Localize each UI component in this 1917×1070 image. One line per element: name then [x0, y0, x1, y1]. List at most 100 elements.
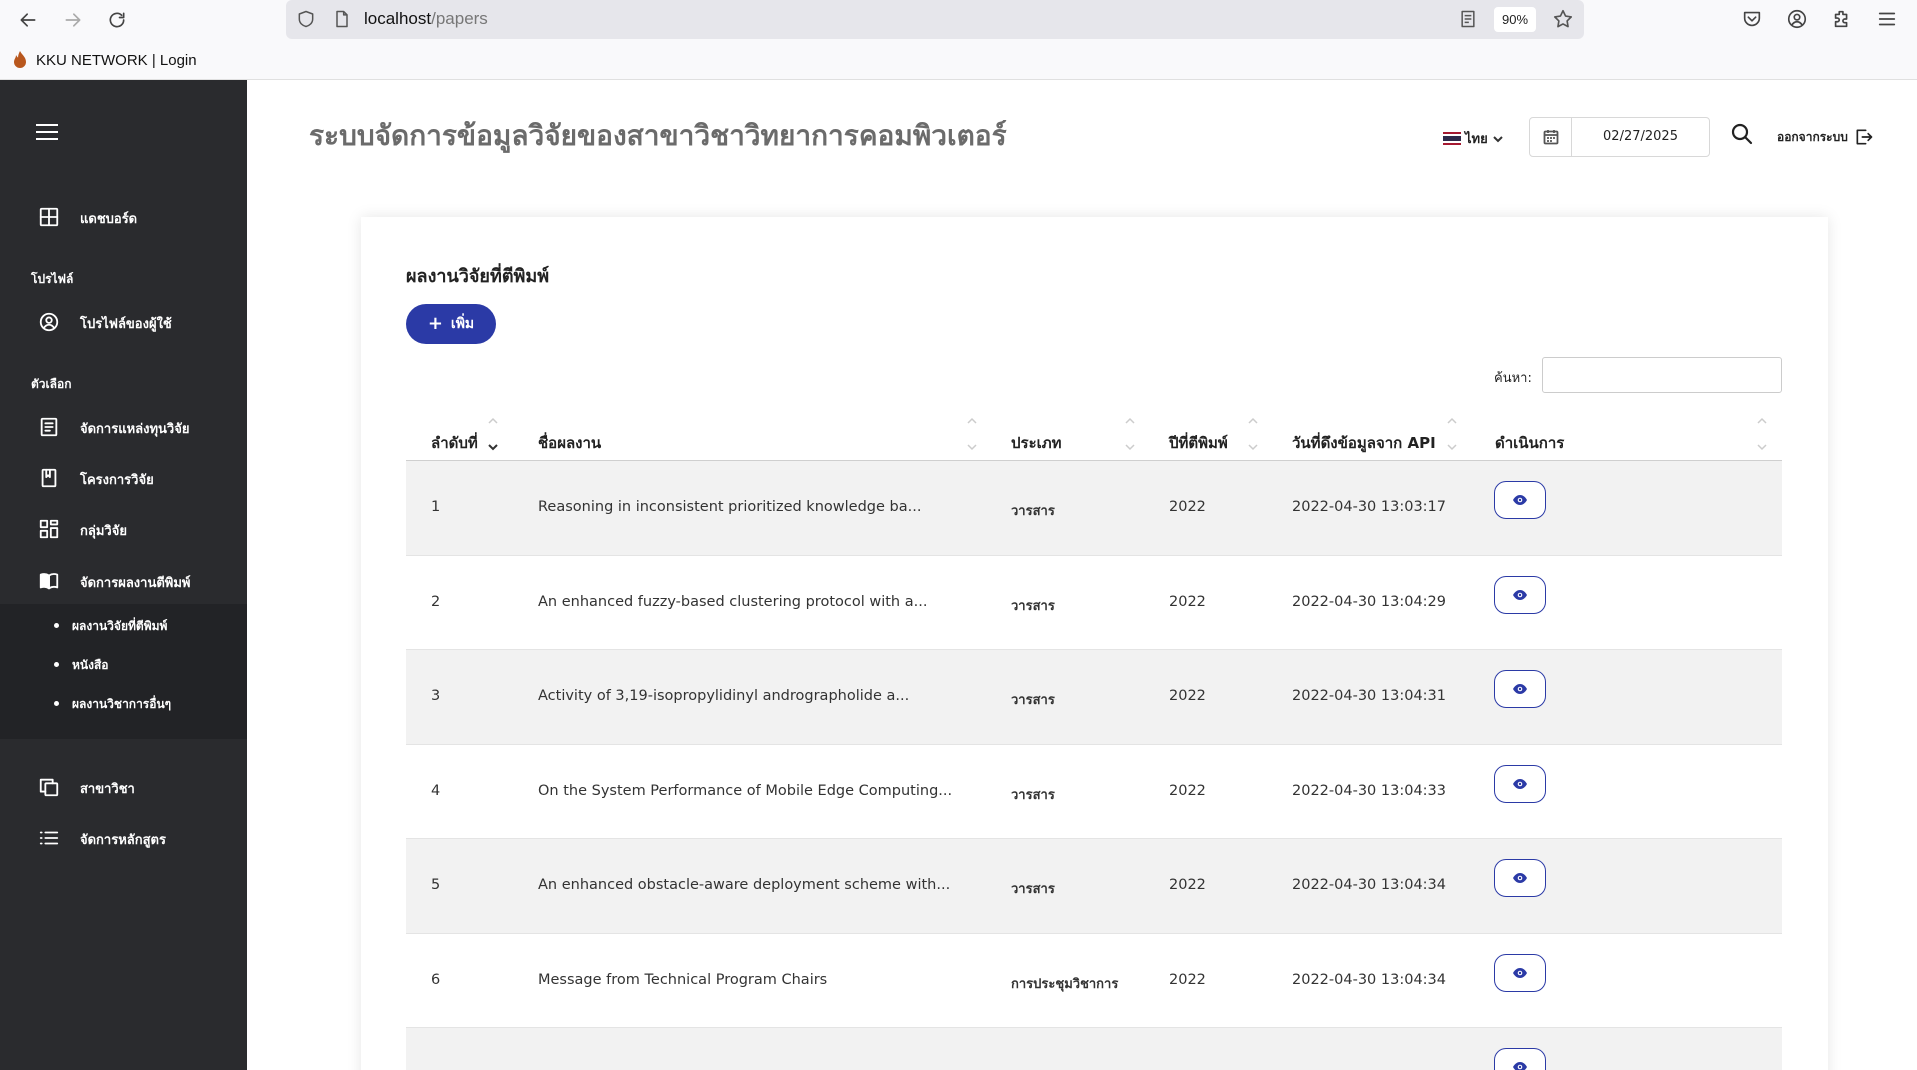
submenu-item-label: หนังสือ	[72, 658, 109, 672]
table-search-input[interactable]	[1542, 357, 1782, 393]
cell-no: 2	[431, 593, 441, 610]
submenu-item-other-academic-works[interactable]: ผลงานวิชาการอื่นๆ	[0, 688, 247, 718]
cell-year: 2022	[1169, 782, 1206, 799]
reload-button[interactable]	[103, 6, 131, 34]
view-button[interactable]	[1494, 764, 1546, 803]
back-button[interactable]	[14, 6, 42, 34]
logout-label: ออกจากระบบ	[1777, 129, 1848, 144]
cell-year: 2022	[1169, 499, 1206, 515]
sidebar-item-label: จัดการแหล่งทุนวิจัย	[80, 422, 190, 437]
cell-fetched-date: 2022-04-30 13:04:31	[1292, 688, 1446, 704]
group-grid-icon	[38, 518, 60, 540]
hamburger-menu-icon[interactable]	[36, 124, 58, 140]
arrow-right-icon	[65, 13, 81, 27]
view-button[interactable]	[1494, 1048, 1546, 1070]
table-row-partial	[406, 1028, 1782, 1070]
column-header-title[interactable]: ชื่อผลงาน	[538, 431, 601, 455]
reload-icon	[109, 12, 125, 28]
cell-fetched-date: 2022-04-30 13:04:29	[1292, 593, 1446, 610]
pocket-icon[interactable]	[1741, 8, 1763, 34]
sort-arrows-icon[interactable]	[966, 415, 978, 455]
submenu-item-published-research[interactable]: ผลงานวิจัยที่ตีพิมพ์	[0, 610, 247, 640]
table-row: 4 On the System Performance of Mobile Ed…	[406, 745, 1782, 839]
main-content: ระบบจัดการข้อมูลวิจัยของสาขาวิชาวิทยาการ…	[247, 80, 1917, 1070]
bookmark-star-icon[interactable]	[1552, 8, 1574, 34]
column-header-fetched-date[interactable]: วันที่ดึงข้อมูลจาก API	[1292, 431, 1436, 455]
reader-view-icon[interactable]	[1458, 9, 1478, 33]
sidebar-item-research-funds[interactable]: จัดการแหล่งทุนวิจัย	[0, 407, 247, 447]
bookmark-kku-network[interactable]: KKU NETWORK | Login	[12, 50, 197, 70]
sort-arrows-icon[interactable]	[1446, 415, 1458, 455]
cell-title: Activity of 3,19-isopropylidinyl androgr…	[538, 688, 910, 704]
sidebar-item-research-projects[interactable]: โครงการวิจัย	[0, 458, 247, 498]
logout-button[interactable]: ออกจากระบบ	[1777, 127, 1874, 147]
column-header-type[interactable]: ประเภท	[1011, 431, 1062, 455]
url-host: localhost	[364, 9, 432, 28]
cell-type: การประชุมวิชาการ	[1011, 976, 1119, 992]
bullet-dot-icon	[54, 623, 59, 628]
sort-arrows-icon[interactable]	[1756, 415, 1768, 455]
bookmarks-bar: KKU NETWORK | Login	[0, 40, 1917, 80]
eye-icon	[1513, 589, 1527, 600]
publications-card: ผลงานวิจัยที่ตีพิมพ์ + เพิ่ม ค้นหา: ลำดั…	[361, 217, 1828, 1070]
sidebar-item-label: โปรไฟล์ของผู้ใช้	[80, 317, 172, 332]
cell-title: An enhanced obstacle-aware deployment sc…	[538, 877, 951, 893]
open-book-icon	[38, 570, 60, 592]
sort-arrows-icon[interactable]	[1247, 415, 1259, 455]
sidebar-item-label: กลุ่มวิจัย	[80, 524, 127, 539]
browser-toolbar: localhost/papers 90%	[0, 0, 1917, 40]
table-row: 6 Message from Technical Program Chairs …	[406, 934, 1782, 1028]
sidebar-item-departments[interactable]: สาขาวิชา	[0, 767, 247, 807]
page-info-icon[interactable]	[332, 9, 352, 33]
sidebar-item-user-profile[interactable]: โปรไฟล์ของผู้ใช้	[0, 302, 247, 342]
column-header-actions[interactable]: ดำเนินการ	[1495, 431, 1564, 455]
url-path: /papers	[431, 9, 488, 28]
url-bar[interactable]: localhost/papers 90%	[286, 0, 1584, 39]
add-button[interactable]: + เพิ่ม	[406, 304, 496, 344]
table-row: 1 Reasoning in inconsistent prioritized …	[406, 461, 1782, 556]
cell-no: 4	[431, 782, 441, 799]
cell-type: วารสาร	[1011, 882, 1055, 897]
table-row: 5 An enhanced obstacle-aware deployment …	[406, 839, 1782, 934]
column-header-no[interactable]: ลำดับที่	[431, 431, 478, 455]
sort-arrows-icon[interactable]	[1124, 415, 1136, 455]
view-button[interactable]	[1494, 859, 1546, 897]
view-button[interactable]	[1494, 575, 1546, 614]
dashboard-grid-icon	[38, 206, 60, 228]
cell-year: 2022	[1169, 971, 1206, 988]
calendar-icon[interactable]	[1530, 118, 1572, 156]
language-select[interactable]: ไทย	[1443, 128, 1504, 149]
document-list-icon	[38, 416, 60, 438]
cell-no: 3	[431, 688, 441, 704]
account-icon[interactable]	[1786, 8, 1808, 34]
sidebar-item-manage-publications[interactable]: จัดการผลงานตีพิมพ์	[0, 561, 247, 601]
cell-title: On the System Performance of Mobile Edge…	[538, 782, 953, 799]
cell-title: Reasoning in inconsistent prioritized kn…	[538, 499, 922, 515]
cell-no: 1	[431, 499, 441, 515]
submenu-item-books[interactable]: หนังสือ	[0, 649, 247, 679]
extensions-icon[interactable]	[1831, 8, 1853, 34]
eye-icon	[1513, 873, 1527, 883]
column-header-year[interactable]: ปีที่ตีพิมพ์	[1169, 431, 1228, 455]
sort-arrows-icon[interactable]	[487, 415, 499, 455]
date-picker[interactable]: 02/27/2025	[1529, 117, 1710, 157]
forward-button[interactable]	[59, 6, 87, 34]
url-text[interactable]: localhost/papers	[364, 9, 488, 29]
zoom-level-badge[interactable]: 90%	[1494, 7, 1537, 32]
eye-icon	[1513, 1062, 1527, 1070]
view-button[interactable]	[1494, 481, 1546, 519]
sidebar-item-label: สาขาวิชา	[80, 782, 135, 797]
submenu-item-label: ผลงานวิจัยที่ตีพิมพ์	[72, 619, 168, 633]
cell-no: 6	[431, 971, 441, 988]
sidebar-item-label: แดชบอร์ด	[80, 212, 138, 227]
sidebar-item-research-groups[interactable]: กลุ่มวิจัย	[0, 509, 247, 549]
app-menu-icon[interactable]	[1876, 8, 1898, 34]
cell-year: 2022	[1169, 593, 1206, 610]
sidebar-item-manage-curriculum[interactable]: จัดการหลักสูตร	[0, 818, 247, 858]
view-button[interactable]	[1494, 670, 1546, 708]
view-button[interactable]	[1494, 953, 1546, 992]
sidebar-item-dashboard[interactable]: แดชบอร์ด	[0, 197, 247, 237]
table-row: 3 Activity of 3,19-isopropylidinyl andro…	[406, 650, 1782, 745]
header-search-icon[interactable]	[1730, 122, 1754, 150]
shield-icon[interactable]	[296, 9, 316, 33]
